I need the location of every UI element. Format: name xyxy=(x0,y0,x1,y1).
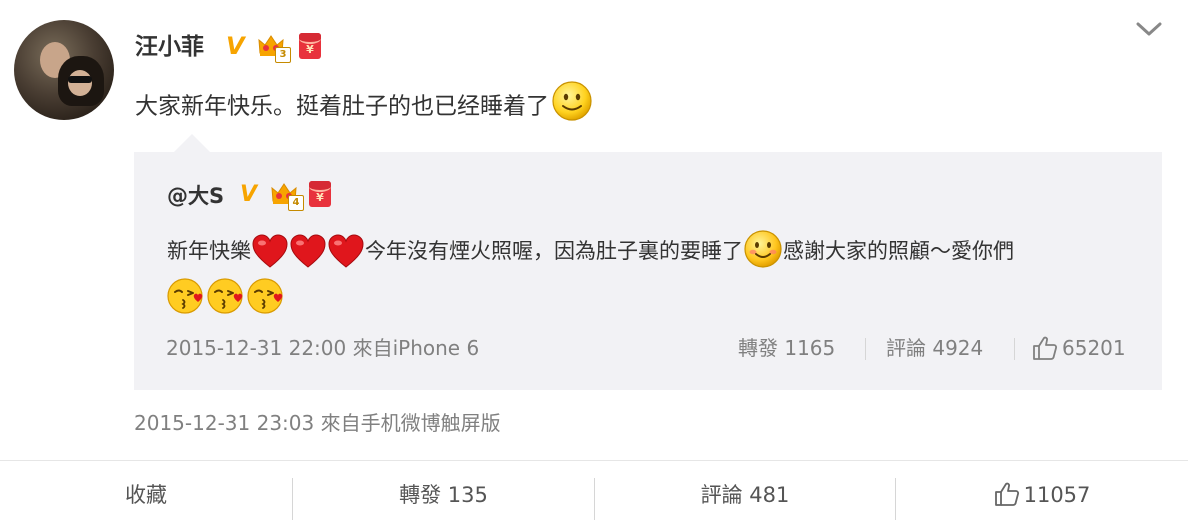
thumbs-up-icon xyxy=(1033,336,1058,360)
like-button[interactable]: 11057 xyxy=(896,470,1188,520)
avatar[interactable] xyxy=(14,20,114,120)
kiss-emoji xyxy=(166,276,206,316)
kiss-emoji xyxy=(206,276,246,316)
kiss-emoji xyxy=(246,276,286,316)
repost-forward-button[interactable]: 轉發 1165 xyxy=(738,333,835,363)
forward-button[interactable]: 轉發 135 xyxy=(293,470,594,520)
action-bar-divider xyxy=(0,460,1188,461)
favorite-button[interactable]: 收藏 xyxy=(0,470,292,520)
username[interactable]: 汪小菲 xyxy=(135,30,204,64)
repost-timestamp[interactable]: 2015-12-31 22:00 來自iPhone 6 xyxy=(166,333,479,363)
divider xyxy=(1014,338,1015,360)
repost-pointer xyxy=(174,134,210,152)
red-envelope-icon[interactable]: ¥ xyxy=(299,33,321,59)
repost-like-button[interactable]: 65201 xyxy=(1032,333,1126,363)
repost-text-part2: 今年沒有煙火照喔，因為肚子裏的要睡了 xyxy=(365,239,743,263)
repost-comment-button[interactable]: 評論 4924 xyxy=(886,333,983,363)
repost-crown-level: 4 xyxy=(288,195,304,211)
repost-text: 新年快樂 今年沒有煙火照喔，因為肚子裏的要睡了 感謝大家的照顧～愛你們 xyxy=(167,229,1014,272)
repost-text-part1: 新年快樂 xyxy=(167,239,251,263)
post-text: 大家新年快乐。挺着肚子的也已经睡着了 xyxy=(135,81,593,128)
divider xyxy=(865,338,866,360)
repost-red-envelope-symbol: ¥ xyxy=(316,191,324,204)
thumbs-up-icon xyxy=(994,482,1019,506)
repost-emoji-line xyxy=(166,276,286,316)
verified-icon: V xyxy=(226,32,245,60)
repost-like-count: 65201 xyxy=(1062,336,1126,360)
red-envelope-symbol: ¥ xyxy=(306,43,314,56)
post-timestamp[interactable]: 2015-12-31 23:03 來自手机微博触屏版 xyxy=(134,408,501,438)
repost-username[interactable]: @大S xyxy=(167,181,224,211)
crown-icon[interactable]: 3 xyxy=(257,33,291,63)
heart-emoji xyxy=(327,234,365,270)
heart-emoji xyxy=(251,234,289,270)
repost-crown-icon[interactable]: 4 xyxy=(270,181,304,211)
smile-emoji xyxy=(743,229,783,269)
like-count: 11057 xyxy=(1023,483,1091,507)
crown-level: 3 xyxy=(275,47,291,63)
heart-emoji xyxy=(289,234,327,270)
chevron-down-icon[interactable] xyxy=(1134,16,1164,42)
comment-button[interactable]: 評論 481 xyxy=(595,470,895,520)
repost-text-part3: 感謝大家的照顧～愛你們 xyxy=(783,239,1014,263)
smile-emoji xyxy=(551,80,593,122)
repost-verified-icon: V xyxy=(240,182,258,207)
repost-red-envelope-icon[interactable]: ¥ xyxy=(309,181,331,207)
post-text-content: 大家新年快乐。挺着肚子的也已经睡着了 xyxy=(135,93,549,120)
